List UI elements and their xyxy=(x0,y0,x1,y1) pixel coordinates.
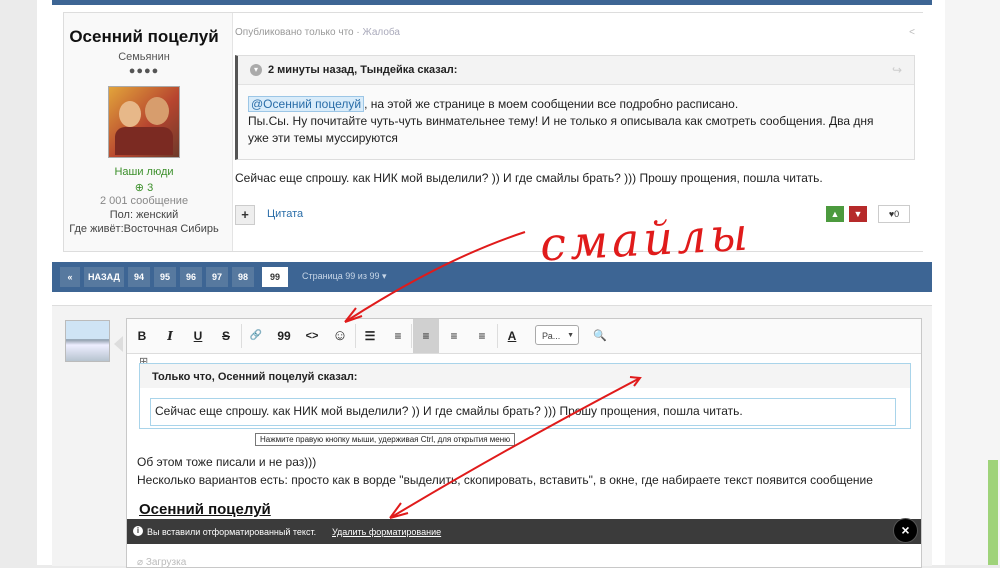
first-page-button[interactable]: « xyxy=(60,267,80,287)
link-button[interactable]: 🔗 xyxy=(245,325,267,347)
page-link[interactable]: 95 xyxy=(154,267,176,287)
quote-text: @Осенний поцелуй, на этой же странице в … xyxy=(248,96,888,147)
toolbar-divider xyxy=(497,324,498,348)
page-link[interactable]: 94 xyxy=(128,267,150,287)
multiquote-add-button[interactable]: + xyxy=(235,205,255,225)
post-count: 2 001 сообщение xyxy=(99,195,189,207)
code-button[interactable]: <> xyxy=(301,325,323,347)
plus-circle-icon: ⊕ xyxy=(134,182,148,194)
bold-button[interactable]: B xyxy=(131,325,153,347)
editor-quote-text: Сейчас еще спрошу. как НИК мой выделили?… xyxy=(155,404,743,418)
quote-author: 2 минуты назад, Тындейка сказал: xyxy=(268,64,458,76)
reply-area: B I U S 🔗 99 <> ☺ ☰ ≡ ≡ ≡ ≡ A Ра... ▼ 🔍 ⊞… xyxy=(52,305,932,568)
chevron-down-icon[interactable]: ▾ xyxy=(250,64,262,76)
report-link[interactable]: Жалоба xyxy=(363,27,400,38)
bullet-list-button[interactable]: ☰ xyxy=(359,325,381,347)
top-bar xyxy=(52,0,932,5)
vote-up-button[interactable]: ▲ xyxy=(826,206,844,222)
editor-quote-content[interactable]: Сейчас еще спрошу. как НИК мой выделили?… xyxy=(150,398,896,426)
paperclip-icon: ⌀ xyxy=(137,557,146,568)
post-text: Сейчас еще спрошу. как НИК мой выделили?… xyxy=(235,171,823,185)
forum-post: Осенний поцелуй Семьянин ●●●● Наши люди … xyxy=(63,12,923,252)
post-meta: Опубликовано только что · Жалоба xyxy=(235,27,400,38)
meta-separator: · xyxy=(353,27,363,38)
go-to-post-icon[interactable]: ↪ xyxy=(892,63,902,77)
editor-quote-author: Только что, Осенний поцелуй сказал: xyxy=(152,371,358,383)
avatar-body xyxy=(115,127,173,155)
like-button[interactable]: ♥0 xyxy=(878,205,910,223)
editor-quote-header: Только что, Осенний поцелуй сказал: xyxy=(140,364,910,388)
font-size-value: Ра... xyxy=(542,331,561,341)
italic-button[interactable]: I xyxy=(159,325,181,347)
avatar-face-right xyxy=(145,97,169,125)
editor-text-line: Несколько вариантов есть: просто как в в… xyxy=(137,473,873,487)
toolbar-divider xyxy=(241,324,242,348)
strikethrough-button[interactable]: S xyxy=(215,325,237,347)
avatar-face-left xyxy=(119,101,141,127)
numbered-list-button[interactable]: ≡ xyxy=(387,325,409,347)
emoji-button[interactable]: ☺ xyxy=(329,325,351,347)
page-link[interactable]: 97 xyxy=(206,267,228,287)
page-jump-dropdown[interactable]: Страница 99 из 99 ▾ xyxy=(302,271,387,282)
user-mention[interactable]: @Осенний поцелуй xyxy=(248,96,365,112)
font-size-select[interactable]: Ра... ▼ xyxy=(535,325,579,345)
context-menu-tooltip: Нажмите правую кнопку мыши, удерживая Ct… xyxy=(255,433,516,446)
quote-block: ▾ 2 минуты назад, Тындейка сказал: ↪ @Ос… xyxy=(235,55,915,160)
page-link[interactable]: 98 xyxy=(232,267,254,287)
page-link[interactable]: 96 xyxy=(180,267,202,287)
author-location: Где живёт:Восточная Сибирь xyxy=(69,223,219,235)
editor-toolbar: B I U S 🔗 99 <> ☺ ☰ ≡ ≡ ≡ ≡ A Ра... ▼ 🔍 xyxy=(127,319,921,354)
author-panel: Осенний поцелуй Семьянин ●●●● Наши люди … xyxy=(64,13,224,251)
rich-text-editor[interactable]: B I U S 🔗 99 <> ☺ ☰ ≡ ≡ ≡ ≡ A Ра... ▼ 🔍 ⊞… xyxy=(126,318,922,568)
like-count: 0 xyxy=(894,209,900,219)
info-icon: i xyxy=(133,526,143,536)
align-center-button[interactable]: ≡ xyxy=(443,325,465,347)
scrollbar-thumb[interactable] xyxy=(988,460,998,565)
editor-text-line: Об этом тоже писали и не раз))) xyxy=(137,455,317,469)
paste-format-notice: i Вы вставили отформатированный текст. У… xyxy=(127,518,921,544)
notice-text: Вы вставили отформатированный текст. xyxy=(147,527,317,537)
attach-files-area[interactable]: ⌀ Загрузка xyxy=(137,557,186,568)
underline-button[interactable]: U xyxy=(187,325,209,347)
current-user-avatar xyxy=(65,320,110,362)
attach-label: Загрузка xyxy=(145,557,187,568)
quote-insert-button[interactable]: 99 xyxy=(273,325,295,347)
annotation-handwritten-word: смайлы xyxy=(538,206,753,272)
quote-line2: Пы.Сы. Ну почитайте чуть-чуть винмательн… xyxy=(248,114,874,145)
align-left-button[interactable]: ≡ xyxy=(413,319,439,353)
chevron-down-icon: ▼ xyxy=(567,332,574,339)
vote-down-button[interactable]: ▼ xyxy=(849,206,867,222)
align-right-button[interactable]: ≡ xyxy=(471,325,493,347)
rank-dots: ●●●● xyxy=(128,65,160,77)
editor-quote-block[interactable]: Только что, Осенний поцелуй сказал: Сейч… xyxy=(139,363,911,429)
author-gender: Пол: женский xyxy=(109,209,179,221)
close-notice-button[interactable]: × xyxy=(893,518,918,543)
published-label: Опубликовано только что xyxy=(235,27,354,38)
reputation-value: 3 xyxy=(147,182,154,194)
toolbar-divider xyxy=(411,324,412,348)
remove-formatting-link[interactable]: Удалить форматирование xyxy=(332,527,441,537)
font-color-button[interactable]: A xyxy=(501,325,523,347)
author-title: Семьянин xyxy=(118,51,170,63)
quote-header: ▾ 2 минуты назад, Тындейка сказал: ↪ xyxy=(238,56,914,85)
author-avatar[interactable] xyxy=(108,86,180,158)
quote-line1: , на этой же странице в моем сообщении в… xyxy=(364,97,739,111)
author-name[interactable]: Осенний поцелуй xyxy=(64,27,224,47)
prev-page-button[interactable]: НАЗАД xyxy=(84,267,124,287)
page-link-current[interactable]: 99 xyxy=(262,267,288,287)
pagination-bar: « НАЗАД 94 95 96 97 98 99 Страница 99 из… xyxy=(52,262,932,292)
share-icon[interactable]: < xyxy=(909,27,915,38)
preview-icon[interactable]: 🔍 xyxy=(589,325,611,347)
reply-caret xyxy=(114,336,123,352)
author-group: Наши люди xyxy=(114,166,174,178)
pasted-signature: Осенний поцелуй xyxy=(139,501,271,518)
quote-button[interactable]: Цитата xyxy=(267,208,303,220)
reputation: ⊕ 3 xyxy=(64,181,224,194)
toolbar-divider xyxy=(355,324,356,348)
